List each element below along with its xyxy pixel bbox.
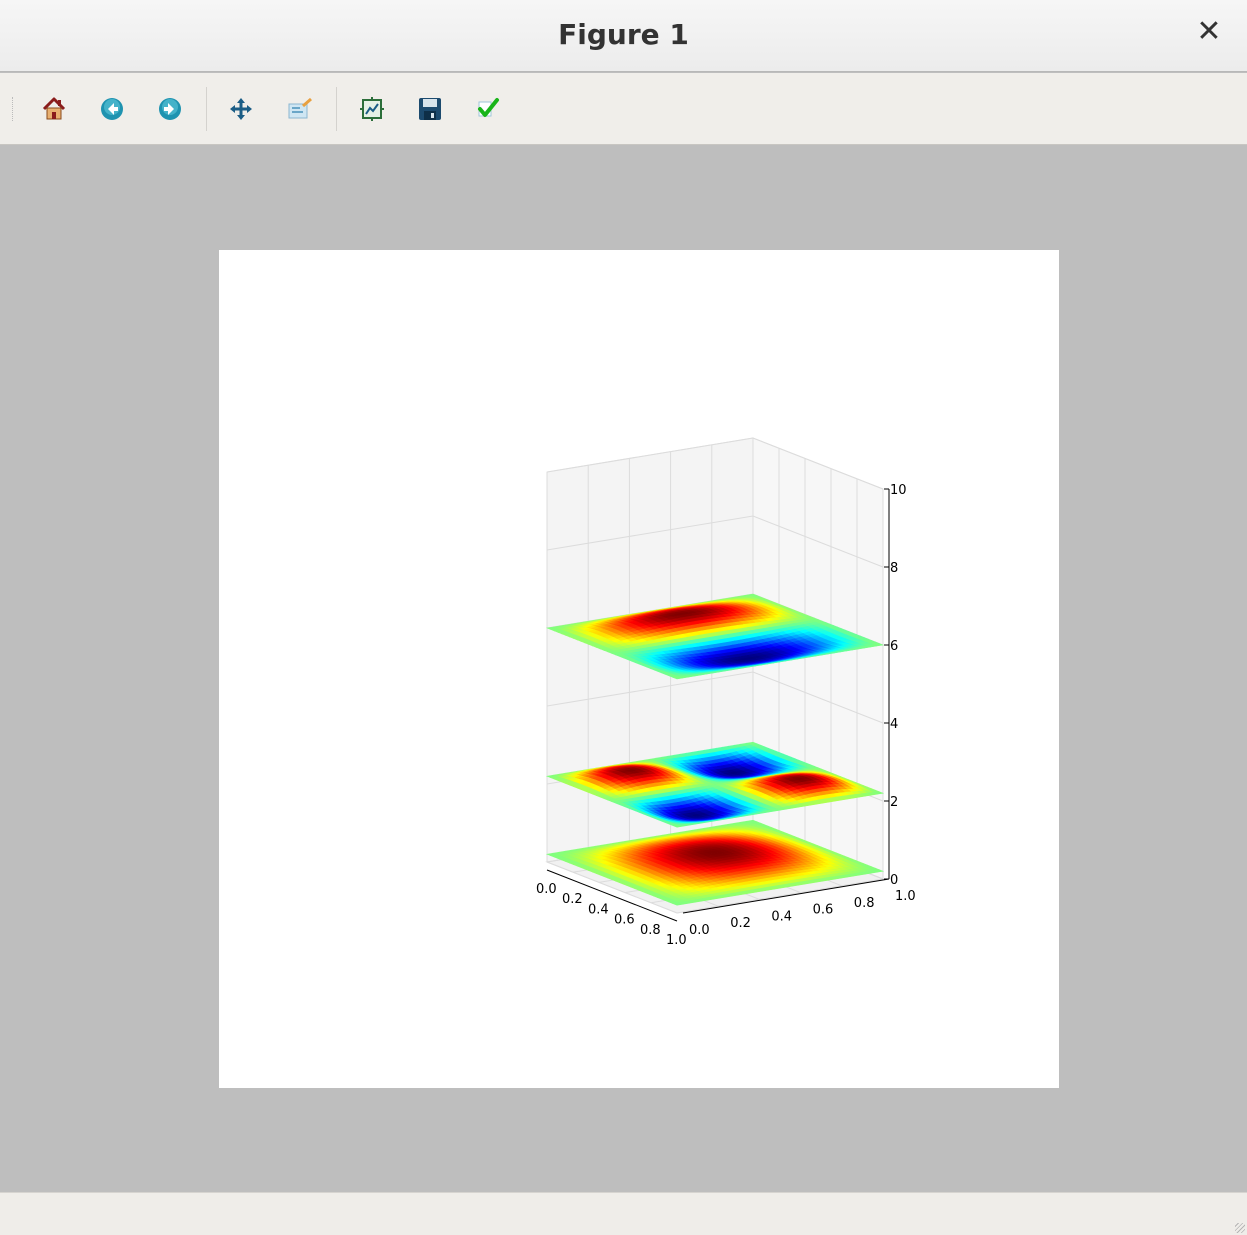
pan-button[interactable]	[221, 89, 261, 129]
status-bar	[0, 1192, 1247, 1235]
home-button[interactable]	[34, 89, 74, 129]
checkmark-icon	[478, 98, 499, 117]
navigation-toolbar	[0, 73, 1247, 145]
z-tick-label: 0	[890, 873, 898, 888]
z-tick-label: 10	[890, 483, 907, 498]
floppy-disk-icon	[419, 98, 441, 120]
back-button[interactable]	[92, 89, 132, 129]
save-button[interactable]	[410, 89, 450, 129]
resize-grip[interactable]	[1235, 1223, 1245, 1233]
x-tick-label: 0.0	[536, 882, 557, 897]
edit-button[interactable]	[468, 89, 508, 129]
z-tick-label: 8	[890, 561, 898, 576]
window-titlebar: Figure 1 ✕	[0, 0, 1247, 72]
back-arrow-icon	[101, 98, 123, 120]
home-icon	[42, 97, 66, 120]
surface-plot-3d: 02468100.00.20.40.60.81.00.0 0.2 0.4 0.6 0.8…	[536, 437, 916, 948]
x-tick-label: 0.8	[640, 923, 661, 938]
toolbar-grip	[12, 97, 16, 121]
zoom-button[interactable]	[280, 89, 320, 129]
x-tick-label: 1.0	[666, 933, 687, 948]
y-tick-label: 0.8	[854, 896, 875, 911]
forward-arrow-icon	[159, 98, 181, 120]
z-tick-label: 4	[890, 717, 898, 732]
window-title: Figure 1	[558, 18, 689, 51]
close-icon[interactable]: ✕	[1193, 16, 1225, 48]
toolbar-separator	[336, 87, 337, 131]
subplots-button[interactable]	[352, 89, 392, 129]
x-tick-label: 0.4	[588, 902, 609, 917]
y-tick-label: 0.4	[771, 909, 792, 924]
z-axis: 0 2 4 6 8 10	[884, 483, 907, 888]
z-tick-label: 6	[890, 639, 898, 654]
x-tick-label: 0.2	[562, 892, 583, 907]
y-tick-label: 0.6	[813, 903, 834, 918]
y-tick-label: 0.0	[689, 923, 710, 938]
subplots-icon	[360, 97, 384, 121]
x-tick-label: 0.6	[614, 913, 635, 928]
toolbar-separator	[206, 87, 207, 131]
y-tick-label: 1.0	[895, 889, 916, 904]
y-tick-label: 0.2	[730, 916, 751, 931]
forward-button[interactable]	[150, 89, 190, 129]
z-tick-label: 2	[890, 795, 898, 810]
zoom-rect-icon	[288, 97, 312, 119]
move-arrows-icon	[230, 98, 252, 120]
figure-canvas[interactable]: 0 2 4 6 8 10 0.0 0.2 0.4 0.6 0.8 1.0 0.0 0.2 0.4 0.6 0.8…	[219, 250, 1059, 1088]
